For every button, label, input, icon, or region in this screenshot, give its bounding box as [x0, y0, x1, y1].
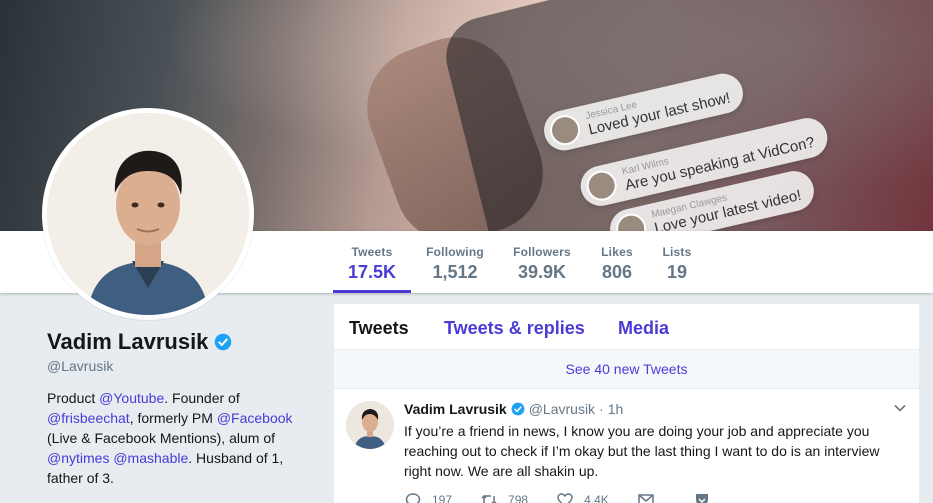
bio-text: , formerly PM	[129, 410, 217, 426]
profile-avatar[interactable]	[42, 108, 254, 320]
stat-label: Lists	[662, 245, 692, 259]
tweet-author-handle[interactable]: @Lavrusik	[529, 401, 595, 417]
bio-text: Product	[47, 390, 100, 406]
tweet-separator: ·	[599, 401, 604, 417]
tweet-timestamp[interactable]: 1h	[608, 401, 624, 417]
stat-value: 1,512	[432, 262, 478, 282]
tab-tweets[interactable]: Tweets	[349, 318, 409, 339]
timeline-tabs: Tweets Tweets & replies Media	[334, 304, 919, 350]
bio-link-mashable[interactable]: @mashable	[113, 450, 188, 466]
tweet-header: Vadim Lavrusik @Lavrusik · 1h	[404, 401, 623, 417]
tweet-author-name[interactable]: Vadim Lavrusik	[404, 401, 507, 417]
retweet-button[interactable]: 798	[480, 491, 528, 503]
bubble-avatar	[583, 167, 620, 204]
tab-tweets-replies[interactable]: Tweets & replies	[444, 318, 585, 339]
profile-bio: Product @Youtube. Founder of @frisbeecha…	[47, 388, 317, 488]
reply-icon	[405, 493, 421, 503]
stat-value: 39.9K	[517, 262, 567, 282]
verified-badge-icon	[215, 333, 232, 351]
shield-icon	[695, 494, 708, 503]
stat-likes[interactable]: Likes 806	[595, 231, 639, 293]
like-count: 4.4K	[584, 493, 609, 503]
stat-tweets[interactable]: Tweets 17.5K	[333, 231, 411, 293]
reply-count: 197	[432, 493, 453, 503]
reply-button[interactable]: 197	[404, 491, 452, 503]
verified-badge-icon	[511, 402, 525, 416]
analytics-button[interactable]	[693, 491, 721, 503]
profile-name[interactable]: Vadim Lavrusik	[47, 329, 232, 355]
tweet-avatar[interactable]	[346, 401, 394, 449]
tweet-actions: 197 798 4.4K	[404, 491, 749, 503]
retweet-icon	[481, 494, 497, 503]
tab-media[interactable]: Media	[618, 318, 669, 339]
stat-value: 19	[666, 262, 688, 282]
bio-text: (Live & Facebook Mentions), alum of	[47, 430, 275, 446]
tweet-text: If you’re a friend in news, I know you a…	[404, 423, 880, 479]
stat-label: Likes	[601, 245, 633, 259]
stat-label: Tweets	[351, 245, 393, 259]
bio-link-facebook[interactable]: @Facebook	[217, 410, 293, 426]
bio-link-youtube[interactable]: @Youtube	[99, 390, 164, 406]
stat-lists[interactable]: Lists 19	[656, 231, 698, 293]
stat-value: 17.5K	[347, 262, 397, 282]
profile-handle[interactable]: @Lavrusik	[47, 358, 113, 374]
stat-following[interactable]: Following 1,512	[420, 231, 490, 293]
bubble-avatar	[547, 112, 584, 149]
retweet-count: 798	[508, 493, 529, 503]
stat-label: Followers	[513, 245, 571, 259]
stat-followers[interactable]: Followers 39.9K	[506, 231, 578, 293]
timeline: Tweets Tweets & replies Media See 40 new…	[333, 303, 920, 503]
profile-name-text: Vadim Lavrusik	[47, 329, 209, 354]
like-button[interactable]: 4.4K	[556, 491, 609, 503]
stat-value: 806	[601, 262, 633, 282]
bubble-avatar	[613, 210, 650, 231]
envelope-icon	[638, 494, 654, 503]
direct-message-button[interactable]	[637, 491, 665, 503]
stat-label: Following	[426, 245, 484, 259]
tweet[interactable]: Vadim Lavrusik @Lavrusik · 1h If you’re …	[334, 389, 919, 503]
chevron-down-icon[interactable]	[893, 401, 907, 415]
heart-icon	[557, 493, 573, 503]
new-tweets-bar[interactable]: See 40 new Tweets	[334, 350, 919, 389]
bio-text: . Founder of	[164, 390, 240, 406]
bio-link-nytimes[interactable]: @nytimes	[47, 450, 109, 466]
bio-link-frisbeechat[interactable]: @frisbeechat	[47, 410, 130, 426]
